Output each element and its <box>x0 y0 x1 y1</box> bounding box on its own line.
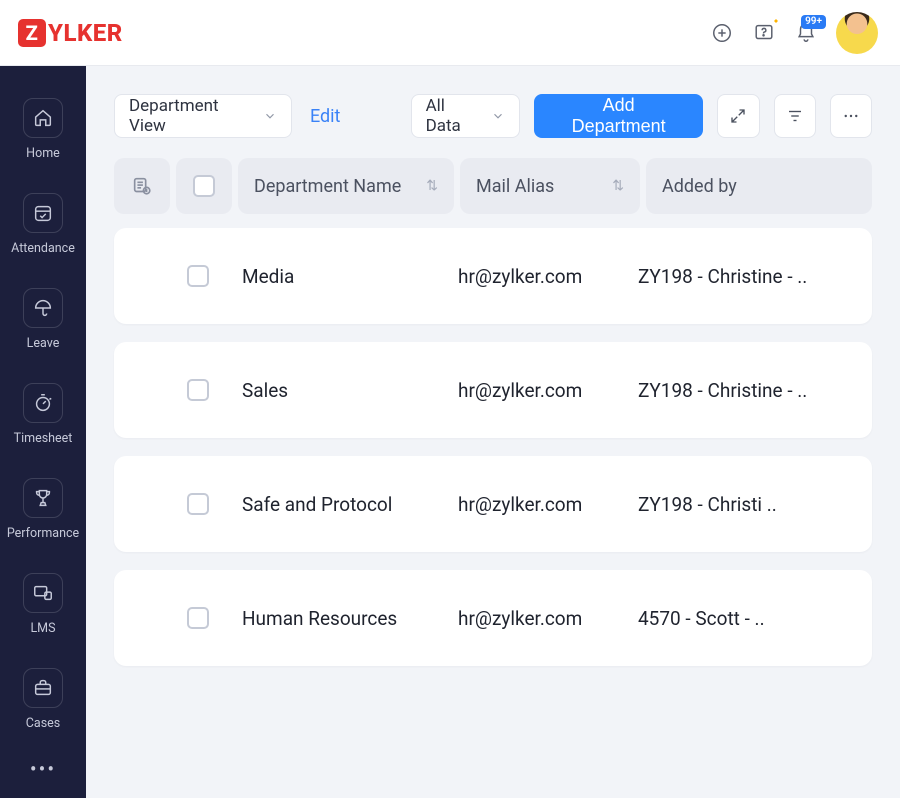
umbrella-icon <box>23 288 63 328</box>
cell-name: Media <box>226 265 442 288</box>
cell-added: ZY198 - Christine - .. <box>622 265 872 288</box>
sidebar-item-cases[interactable]: Cases <box>8 658 78 745</box>
column-label: Department Name <box>254 176 401 197</box>
home-icon <box>23 98 63 138</box>
table-row[interactable]: Sales hr@zylker.com ZY198 - Christine - … <box>114 342 872 438</box>
sidebar-label: Attendance <box>11 241 75 256</box>
calendar-check-icon <box>23 193 63 233</box>
filter-icon <box>786 107 804 125</box>
sidebar: Home Attendance Leave Timesheet Performa… <box>0 66 86 798</box>
edit-link[interactable]: Edit <box>310 106 340 127</box>
notifications-icon[interactable]: 99+ <box>794 21 818 45</box>
table-row[interactable]: Media hr@zylker.com ZY198 - Christine - … <box>114 228 872 324</box>
sidebar-more-icon[interactable]: ••• <box>30 757 56 781</box>
toolbar: Department View Edit All Data Add Depart… <box>86 66 900 158</box>
column-header-added[interactable]: Added by <box>646 158 872 214</box>
cell-added: ZY198 - Christine - .. <box>622 379 872 402</box>
sidebar-item-timesheet[interactable]: Timesheet <box>8 373 78 460</box>
table-row[interactable]: Safe and Protocol hr@zylker.com ZY198 - … <box>114 456 872 552</box>
column-filter-button[interactable] <box>114 158 170 214</box>
cell-mail: hr@zylker.com <box>442 607 622 630</box>
view-dropdown[interactable]: Department View <box>114 94 292 138</box>
department-table: Department Name ⇅ Mail Alias ⇅ Added by … <box>86 158 900 666</box>
data-filter-dropdown[interactable]: All Data <box>411 94 520 138</box>
cell-name: Human Resources <box>226 607 442 630</box>
sort-icon: ⇅ <box>612 178 624 194</box>
brand-text: YLKER <box>48 19 123 47</box>
stopwatch-icon <box>23 383 63 423</box>
avatar[interactable] <box>836 12 878 54</box>
sidebar-item-attendance[interactable]: Attendance <box>8 183 78 270</box>
expand-button[interactable] <box>717 94 759 138</box>
sidebar-label: Timesheet <box>14 431 73 446</box>
sidebar-label: Cases <box>26 716 60 731</box>
select-all-cell <box>176 158 232 214</box>
row-checkbox[interactable] <box>187 379 209 401</box>
notification-badge: 99+ <box>801 15 826 29</box>
cell-added: ZY198 - Christi .. <box>622 493 872 516</box>
chevron-down-icon <box>263 109 277 123</box>
sidebar-label: Home <box>26 146 60 161</box>
briefcase-icon <box>23 668 63 708</box>
table-row[interactable]: Human Resources hr@zylker.com 4570 - Sco… <box>114 570 872 666</box>
sort-icon: ⇅ <box>426 178 438 194</box>
add-department-button[interactable]: Add Department <box>534 94 704 138</box>
chevron-down-icon <box>491 109 505 123</box>
data-filter-label: All Data <box>426 96 481 136</box>
dots-icon <box>842 107 860 125</box>
more-actions-button[interactable] <box>830 94 872 138</box>
help-icon[interactable] <box>752 21 776 45</box>
brand-logo[interactable]: Z YLKER <box>18 19 123 47</box>
main-content: Department View Edit All Data Add Depart… <box>86 66 900 798</box>
sidebar-item-performance[interactable]: Performance <box>8 468 78 555</box>
screens-icon <box>23 573 63 613</box>
view-dropdown-label: Department View <box>129 96 253 136</box>
expand-icon <box>729 107 747 125</box>
sidebar-item-leave[interactable]: Leave <box>8 278 78 365</box>
cell-mail: hr@zylker.com <box>442 265 622 288</box>
column-label: Mail Alias <box>476 176 554 197</box>
cell-mail: hr@zylker.com <box>442 493 622 516</box>
cell-added: 4570 - Scott - .. <box>622 607 872 630</box>
row-checkbox[interactable] <box>187 493 209 515</box>
column-label: Added by <box>662 176 737 197</box>
row-checkbox[interactable] <box>187 607 209 629</box>
filter-button[interactable] <box>774 94 816 138</box>
table-header: Department Name ⇅ Mail Alias ⇅ Added by <box>114 158 872 214</box>
topbar: Z YLKER 99+ <box>0 0 900 66</box>
cell-name: Safe and Protocol <box>226 493 442 516</box>
column-header-name[interactable]: Department Name ⇅ <box>238 158 454 214</box>
column-header-mail[interactable]: Mail Alias ⇅ <box>460 158 640 214</box>
cell-mail: hr@zylker.com <box>442 379 622 402</box>
sidebar-label: Performance <box>7 526 79 541</box>
cell-name: Sales <box>226 379 442 402</box>
topbar-actions: 99+ <box>710 12 878 54</box>
select-all-checkbox[interactable] <box>193 175 215 197</box>
sidebar-item-lms[interactable]: LMS <box>8 563 78 650</box>
sidebar-label: LMS <box>30 621 55 636</box>
sidebar-label: Leave <box>27 336 60 351</box>
brand-mark: Z <box>18 19 46 47</box>
sidebar-item-home[interactable]: Home <box>8 88 78 175</box>
row-checkbox[interactable] <box>187 265 209 287</box>
trophy-icon <box>23 478 63 518</box>
add-icon[interactable] <box>710 21 734 45</box>
list-filter-icon <box>131 175 153 197</box>
